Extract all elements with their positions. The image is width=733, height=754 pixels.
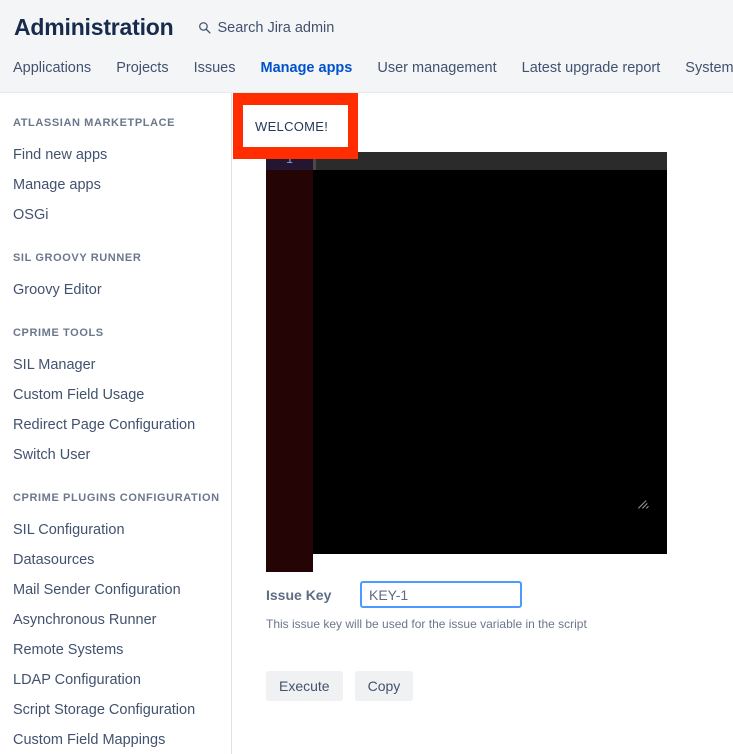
- search-jira-admin-box[interactable]: Search Jira admin: [198, 20, 334, 36]
- sidebar-item-switch-user[interactable]: Switch User: [0, 440, 231, 470]
- sidebar-group-cprime-plugins-configuration: CPRIME PLUGINS CONFIGURATION SIL Configu…: [0, 492, 231, 754]
- search-label: Search Jira admin: [217, 19, 335, 36]
- sidebar-item-redirect-page-configuration[interactable]: Redirect Page Configuration: [0, 410, 231, 440]
- issue-key-row: Issue Key: [266, 581, 522, 608]
- editor-resize-handle-icon[interactable]: [637, 497, 649, 509]
- welcome-annotation-text: WELCOME!: [255, 118, 329, 134]
- sidebar-group-title: CPRIME TOOLS: [13, 327, 104, 339]
- tab-system[interactable]: System: [685, 55, 733, 85]
- sidebar-item-custom-field-mappings[interactable]: Custom Field Mappings: [0, 725, 231, 754]
- issue-key-label: Issue Key: [266, 586, 332, 603]
- execute-button[interactable]: Execute: [266, 671, 343, 701]
- sidebar-item-manage-apps[interactable]: Manage apps: [0, 170, 231, 200]
- admin-page: Administration Search Jira admin Applica…: [0, 0, 733, 754]
- sidebar-item-osgi[interactable]: OSGi: [0, 200, 231, 230]
- tab-manage-apps[interactable]: Manage apps: [261, 55, 364, 85]
- welcome-annotation-inner: WELCOME!: [243, 105, 348, 147]
- sidebar-item-sil-manager[interactable]: SIL Manager: [0, 350, 231, 380]
- sidebar-item-sil-configuration[interactable]: SIL Configuration: [0, 515, 231, 545]
- tab-projects[interactable]: Projects: [116, 55, 179, 85]
- sidebar-item-datasources[interactable]: Datasources: [0, 545, 231, 575]
- editor-code-area[interactable]: [266, 170, 667, 572]
- editor-line-number-gutter: [266, 170, 313, 572]
- sidebar-group-title: ATLASSIAN MARKETPLACE: [13, 117, 176, 129]
- tab-issues[interactable]: Issues: [194, 55, 247, 85]
- tab-user-management[interactable]: User management: [377, 55, 507, 85]
- sidebar-group-cprime-tools: CPRIME TOOLS SIL Manager Custom Field Us…: [0, 327, 231, 470]
- sidebar-group-title: SIL GROOVY RUNNER: [13, 252, 142, 264]
- groovy-script-editor[interactable]: 1: [266, 152, 667, 572]
- tab-applications[interactable]: Applications: [13, 55, 102, 85]
- admin-nav-tabs: Applications Projects Issues Manage apps…: [0, 55, 733, 93]
- sidebar-group-title: CPRIME PLUGINS CONFIGURATION: [13, 492, 220, 504]
- sidebar-item-custom-field-usage[interactable]: Custom Field Usage: [0, 380, 231, 410]
- sidebar-item-ldap-configuration[interactable]: LDAP Configuration: [0, 665, 231, 695]
- issue-key-input[interactable]: [360, 581, 522, 608]
- admin-header: Administration Search Jira admin: [0, 0, 733, 55]
- issue-key-help-text: This issue key will be used for the issu…: [266, 617, 587, 631]
- action-buttons: Execute Copy: [266, 671, 414, 701]
- search-icon: [198, 21, 211, 34]
- sidebar-item-groovy-editor[interactable]: Groovy Editor: [0, 275, 231, 305]
- page-title: Administration: [14, 14, 174, 40]
- main-content: 1 Issue Key This issue key will be used …: [233, 93, 733, 754]
- sidebar-item-remote-systems[interactable]: Remote Systems: [0, 635, 231, 665]
- sidebar-item-mail-sender-configuration[interactable]: Mail Sender Configuration: [0, 575, 231, 605]
- welcome-annotation-highlight: WELCOME!: [233, 93, 358, 159]
- admin-sidebar: ATLASSIAN MARKETPLACE Find new apps Mana…: [0, 93, 232, 754]
- sidebar-item-script-storage-configuration[interactable]: Script Storage Configuration: [0, 695, 231, 725]
- tab-latest-upgrade-report[interactable]: Latest upgrade report: [522, 55, 672, 85]
- sidebar-group-atlassian-marketplace: ATLASSIAN MARKETPLACE Find new apps Mana…: [0, 117, 231, 230]
- copy-button[interactable]: Copy: [354, 671, 414, 701]
- sidebar-item-find-new-apps[interactable]: Find new apps: [0, 140, 231, 170]
- sidebar-group-sil-groovy-runner: SIL GROOVY RUNNER Groovy Editor: [0, 252, 231, 305]
- sidebar-item-asynchronous-runner[interactable]: Asynchronous Runner: [0, 605, 231, 635]
